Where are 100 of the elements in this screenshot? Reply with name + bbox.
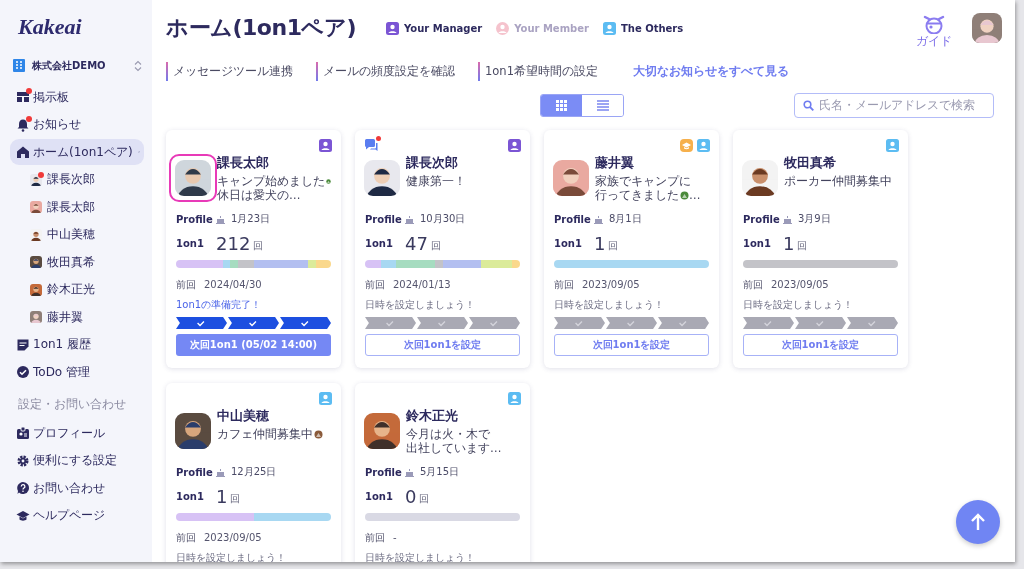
logo: Kakeai	[18, 14, 82, 40]
emoji-icon	[326, 176, 331, 186]
count-label: 1on1	[365, 490, 394, 502]
count-unit: 回	[419, 494, 430, 504]
cake-icon	[783, 214, 792, 224]
guide-label[interactable]: ガイド	[916, 33, 952, 49]
status-message: キャンプ始めました	[217, 174, 325, 188]
count-label: 1on1	[365, 237, 394, 249]
note-icon	[16, 337, 30, 352]
status-message: 家族でキャンプに	[595, 174, 691, 188]
last-date: 2023/09/05	[582, 279, 640, 290]
grid-view-button[interactable]	[541, 94, 582, 116]
profile-label: Profile	[554, 213, 592, 225]
check-circle-icon	[16, 365, 30, 379]
birthday: 12月25日	[231, 465, 277, 479]
nav-item[interactable]: 1on1 履歴	[10, 331, 144, 358]
quick-link[interactable]: メッセージツール連携	[166, 61, 298, 81]
count-value: 0	[405, 485, 417, 507]
nav-item[interactable]: 鈴木正光	[10, 276, 144, 303]
mascot-icon[interactable]	[922, 13, 946, 34]
section-heading: 設定・お問い合わせ	[18, 397, 127, 412]
count-label: 1on1	[176, 237, 205, 249]
legend-label: Your Member	[514, 22, 589, 34]
nav-item[interactable]: お知らせ	[10, 111, 144, 138]
count-label: 1on1	[176, 490, 205, 502]
member-card[interactable]: 牧田真希 ポーカー仲間募集中 Profile 3月9日 1on1 1 回 前回 2023/09/05 日時を設定しましょう！ 次回1on1を設定	[733, 130, 908, 368]
count-value: 1	[783, 232, 795, 254]
settings-icon	[16, 453, 30, 468]
member-card[interactable]: 課長太郎 キャンプ始めました 休日は愛犬の… Profile 1月23日 1on1 212 回 前回 2024/04/30 1on1の準備完了！ 次回1on1 (05/02 14:00)	[166, 130, 341, 368]
count-unit: 回	[430, 241, 441, 251]
prep-status: 日時を設定しましょう！	[365, 298, 476, 311]
id-badge-icon	[16, 426, 30, 440]
schedule-button[interactable]: 次回1on1を設定	[365, 334, 520, 356]
profile-label: Profile	[743, 213, 781, 225]
prep-status: 日時を設定しましょう！	[743, 298, 854, 311]
status-message: 出社しています…	[406, 441, 502, 455]
nav-item[interactable]: 課長太郎	[10, 194, 144, 220]
sort-icon	[134, 60, 142, 72]
member-card[interactable]: 課長次郎 健康第一！ Profile 10月30日 1on1 47 回 前回 2024/01/13 日時を設定しましょう！ 次回1on1を設定	[355, 130, 530, 368]
last-date: 2024/04/30	[204, 279, 262, 290]
nav-item[interactable]: 課長次郎	[10, 166, 144, 193]
help-icon	[16, 481, 30, 495]
grid-icon	[556, 99, 567, 111]
profile-label: Profile	[176, 466, 214, 478]
last-label: 前回	[365, 530, 385, 545]
last-label: 前回	[743, 277, 763, 292]
nav-item[interactable]: ToDo 管理	[10, 359, 144, 385]
member-name: 牧田真希	[784, 155, 837, 171]
cake-icon	[594, 214, 603, 224]
view-toggle[interactable]	[540, 93, 624, 117]
last-date: 2023/09/05	[771, 279, 829, 290]
page-title: ホーム(1on1ペア)	[166, 14, 356, 42]
notice-link[interactable]: 大切なお知らせをすべて見る	[632, 62, 789, 80]
nav-item[interactable]: ヘルプページ	[10, 502, 144, 529]
nav-item[interactable]: 牧田真希	[10, 249, 144, 275]
arrow-up-icon	[970, 513, 986, 531]
nav-item[interactable]: プロフィール	[10, 420, 144, 446]
last-label: 前回	[554, 277, 574, 292]
company-selector[interactable]: 株式会社DEMO	[12, 56, 144, 76]
last-date: 2023/09/05	[204, 532, 262, 543]
search-field[interactable]: 氏名・メールアドレスで検索	[794, 92, 994, 118]
last-date: 2024/01/13	[393, 279, 451, 290]
last-label: 前回	[365, 277, 385, 292]
status-message: ポーカー仲間募集中	[784, 174, 892, 188]
member-name: 課長次郎	[406, 155, 459, 171]
prep-status: 日時を設定しましょう！	[554, 298, 665, 311]
emoji-icon	[680, 190, 689, 200]
graduation-cap-icon	[16, 508, 30, 523]
count-value: 212	[216, 232, 251, 254]
status-message: 休日は愛犬の…	[217, 188, 301, 202]
count-label: 1on1	[554, 237, 583, 249]
nav-item[interactable]: 便利にする設定	[10, 447, 144, 474]
prep-status: 1on1の準備完了！	[176, 298, 263, 311]
scroll-top-button[interactable]	[956, 500, 1000, 544]
cake-icon	[216, 467, 225, 477]
nav-item[interactable]: お問い合わせ	[10, 475, 144, 501]
bell-icon	[16, 117, 30, 132]
nav-item[interactable]: 中山美穂	[10, 221, 144, 248]
birthday: 3月9日	[798, 212, 831, 226]
cake-icon	[216, 214, 225, 224]
board-icon	[16, 90, 30, 104]
nav-item[interactable]: 掲示板	[10, 84, 144, 110]
count-unit: 回	[230, 494, 241, 504]
schedule-button[interactable]: 次回1on1を設定	[743, 334, 898, 356]
home-icon	[16, 145, 30, 159]
count-value: 1	[594, 232, 606, 254]
birthday: 5月15日	[420, 465, 460, 479]
quick-link[interactable]: 1on1希望時間の設定	[478, 61, 603, 81]
ellipsis: …	[689, 188, 701, 202]
nav-item[interactable]: 藤井翼	[10, 304, 144, 330]
quick-link[interactable]: メールの頻度設定を確認	[316, 61, 460, 81]
count-unit: 回	[797, 241, 808, 251]
schedule-button[interactable]: 次回1on1を設定	[554, 334, 709, 356]
count-unit: 回	[253, 241, 264, 251]
member-card[interactable]: 藤井翼 家族でキャンプに 行ってきました … Profile 8月1日 1on1 1 回 前回 2023/09/05 日時を設定しましょう！ 次回1on1を設定	[544, 130, 719, 368]
nav-item[interactable]: ホーム(1on1ペア)	[10, 139, 144, 165]
member-name: 鈴木正光	[406, 408, 459, 424]
count-value: 1	[216, 485, 228, 507]
cake-icon	[405, 467, 414, 477]
last-label: 前回	[176, 530, 196, 545]
